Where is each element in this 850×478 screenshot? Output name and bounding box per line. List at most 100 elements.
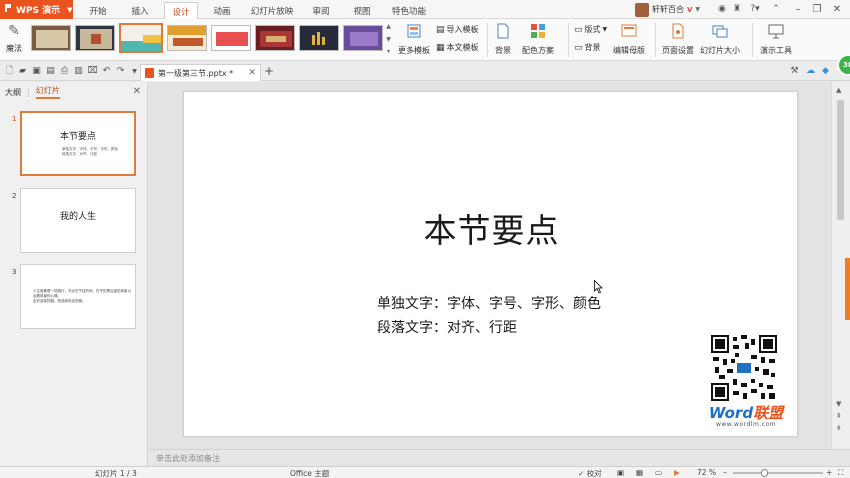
share-icon[interactable]: ◆ bbox=[820, 65, 831, 77]
notes-field[interactable]: 单击此处添加备注 bbox=[149, 449, 850, 466]
print-icon[interactable]: ⎙ bbox=[59, 65, 70, 77]
review-button[interactable]: ✓ 校对 bbox=[578, 468, 602, 478]
slide-sorter-icon[interactable]: ▦ bbox=[636, 468, 643, 477]
slide-thumbnail-1[interactable]: 本节要点 单独文字：字体、字号、字形、颜色 段落文字：对齐、行距 bbox=[20, 111, 136, 176]
theme-thumbnail[interactable] bbox=[167, 25, 207, 51]
tools-icon[interactable]: ⚒ bbox=[789, 65, 800, 77]
undo-icon[interactable]: ↶ bbox=[101, 65, 112, 77]
print-preview-icon[interactable]: ▥ bbox=[73, 65, 84, 77]
app-menu-button[interactable]: WPS 演示 ▼ bbox=[0, 0, 73, 19]
tab-label: 特色功能 bbox=[391, 7, 426, 17]
slide-body-line[interactable]: 段落文字：对齐、行距 bbox=[377, 317, 517, 337]
shirt-icon[interactable]: ♜ bbox=[731, 3, 743, 15]
theme-thumbnail[interactable] bbox=[343, 25, 383, 51]
zoom-slider-handle[interactable] bbox=[761, 469, 768, 477]
review-label: 校对 bbox=[586, 469, 602, 478]
theme-thumbnail[interactable] bbox=[299, 25, 339, 51]
tab-features[interactable]: 特色功能 bbox=[385, 3, 433, 19]
theme-gallery-scroll[interactable]: ▲ ▼ ▾ bbox=[385, 23, 392, 55]
save-icon[interactable]: ▣ bbox=[31, 65, 42, 77]
theme-thumbnail[interactable] bbox=[75, 25, 115, 51]
reading-view-icon[interactable]: ▭ bbox=[655, 468, 662, 477]
thumbnail-body: 单独文字：字体、字号、字形、颜色 段落文字：对齐、行距 bbox=[62, 147, 118, 157]
redo-icon[interactable]: ↷ bbox=[115, 65, 126, 77]
slide-counter: 幻灯片 1 / 3 bbox=[95, 469, 137, 478]
theme-thumbnail[interactable] bbox=[31, 25, 71, 51]
tab-slideshow[interactable]: 幻灯片放映 bbox=[246, 3, 298, 19]
tab-design[interactable]: 设计 bbox=[164, 2, 198, 20]
skin-icon[interactable]: ◉ bbox=[716, 3, 728, 15]
side-panel-handle[interactable] bbox=[845, 258, 850, 320]
tab-insert[interactable]: 插入 bbox=[124, 3, 156, 19]
chevron-up-icon[interactable]: ▲ bbox=[386, 23, 391, 30]
chevron-up-icon[interactable]: ▲ bbox=[836, 86, 841, 94]
normal-view-icon[interactable]: ▣ bbox=[617, 468, 624, 477]
chevron-down-icon[interactable]: ▼ bbox=[129, 65, 140, 77]
user-account[interactable]: 轩轩百合 V ▼ bbox=[634, 1, 700, 18]
play-slideshow-icon[interactable]: ▶ bbox=[674, 468, 680, 477]
zoom-in-icon[interactable]: + bbox=[826, 468, 832, 477]
magic-button[interactable]: ✎ 魔法 bbox=[3, 22, 25, 58]
close-icon[interactable]: ✕ bbox=[829, 1, 845, 17]
slide-body-line[interactable]: 单独文字：字体、字号、字形、颜色 bbox=[377, 293, 601, 313]
collapse-ribbon-icon[interactable]: ⌃ bbox=[770, 3, 782, 15]
theme-thumbnail[interactable] bbox=[211, 25, 251, 51]
format-painter-icon[interactable]: ⌧ bbox=[87, 65, 98, 77]
theme-gallery bbox=[31, 23, 385, 53]
background-button[interactable]: 背景 bbox=[494, 22, 512, 56]
background-small-button[interactable]: ▭ 背景 bbox=[574, 42, 601, 53]
import-template-button[interactable]: ▤ 导入模板 bbox=[436, 24, 479, 35]
zoom-out-icon[interactable]: – bbox=[723, 468, 727, 477]
tab-slides[interactable]: 幻灯片 bbox=[35, 85, 60, 99]
ribbon-separator bbox=[487, 23, 488, 57]
close-icon[interactable]: ✕ bbox=[248, 68, 256, 78]
open-folder-icon[interactable]: ▰ bbox=[17, 65, 28, 77]
document-tab[interactable]: 第一级第三节.pptx * ✕ bbox=[140, 64, 261, 81]
tab-label: 插入 bbox=[131, 7, 149, 17]
tab-home[interactable]: 开始 bbox=[82, 3, 114, 19]
document-tab-title: 第一级第三节.pptx * bbox=[158, 68, 234, 78]
edit-master-button[interactable]: 编辑母版 bbox=[613, 22, 645, 56]
page-setup-button[interactable]: 页面设置 bbox=[662, 22, 694, 56]
spellcheck-icon: ✓ bbox=[578, 469, 585, 478]
thumbnail-title: 我的人生 bbox=[59, 212, 96, 222]
tab-outline[interactable]: 大纲 bbox=[5, 87, 21, 98]
fit-window-icon[interactable]: ⛶ bbox=[838, 468, 843, 478]
chevron-down-icon: ▼ bbox=[602, 26, 608, 33]
slide-canvas[interactable]: 本节要点 单独文字：字体、字号、字形、颜色 段落文字：对齐、行距 Word联盟 … bbox=[183, 91, 798, 437]
close-icon[interactable]: ✕ bbox=[133, 86, 141, 97]
new-file-icon[interactable]: 🗋 bbox=[4, 65, 15, 77]
chevron-down-icon[interactable]: ▼ bbox=[836, 400, 841, 408]
scrollbar-thumb[interactable] bbox=[837, 100, 844, 220]
cloud-icon[interactable]: ☁ bbox=[805, 65, 816, 77]
new-tab-icon[interactable]: + bbox=[264, 64, 274, 78]
slide-thumbnail-3[interactable]: 人生就像是一场旅行，不必在乎目的地，在乎的是沿途的风景以及看风景的心情。 走好选… bbox=[20, 264, 136, 329]
help-icon[interactable]: ?▾ bbox=[746, 3, 764, 15]
tab-review[interactable]: 审阅 bbox=[305, 3, 337, 19]
background-small-label: 背景 bbox=[584, 43, 601, 52]
chevron-down-icon: ▼ bbox=[67, 5, 73, 14]
expand-icon[interactable]: ▾ bbox=[387, 48, 390, 55]
slide-thumbnail-2[interactable]: 我的人生 bbox=[20, 188, 136, 253]
previous-slide-icon[interactable]: ⇞ bbox=[836, 412, 842, 420]
tab-view[interactable]: 视图 bbox=[346, 3, 378, 19]
theme-thumbnail[interactable] bbox=[255, 25, 295, 51]
layout-button[interactable]: ▭ 版式 ▼ bbox=[574, 24, 607, 35]
tab-label: 幻灯片放映 bbox=[250, 7, 294, 17]
next-slide-icon[interactable]: ⇟ bbox=[836, 424, 842, 432]
theme-thumbnail-selected[interactable] bbox=[119, 23, 163, 53]
presentation-tools-button[interactable]: 演示工具 bbox=[760, 22, 792, 56]
menu-bar: WPS 演示 ▼ 开始 插入 设计 动画 幻灯片放映 审阅 视图 特色功能 轩轩… bbox=[0, 0, 850, 20]
more-templates-button[interactable]: 更多模板 bbox=[398, 22, 430, 56]
minimize-icon[interactable]: – bbox=[790, 1, 806, 17]
zoom-slider[interactable] bbox=[733, 472, 823, 474]
text-template-button[interactable]: ▦ 本文模板 bbox=[436, 42, 479, 53]
slide-size-button[interactable]: 幻灯片大小 bbox=[700, 22, 740, 56]
tab-animation[interactable]: 动画 bbox=[206, 3, 238, 19]
restore-icon[interactable]: ❐ bbox=[809, 1, 825, 17]
color-scheme-button[interactable]: 配色方案 bbox=[522, 22, 554, 56]
wps-logo-icon bbox=[4, 3, 13, 16]
export-pdf-icon[interactable]: ▤ bbox=[45, 65, 56, 77]
chevron-down-icon[interactable]: ▼ bbox=[386, 36, 391, 43]
slide-title[interactable]: 本节要点 bbox=[184, 204, 799, 252]
